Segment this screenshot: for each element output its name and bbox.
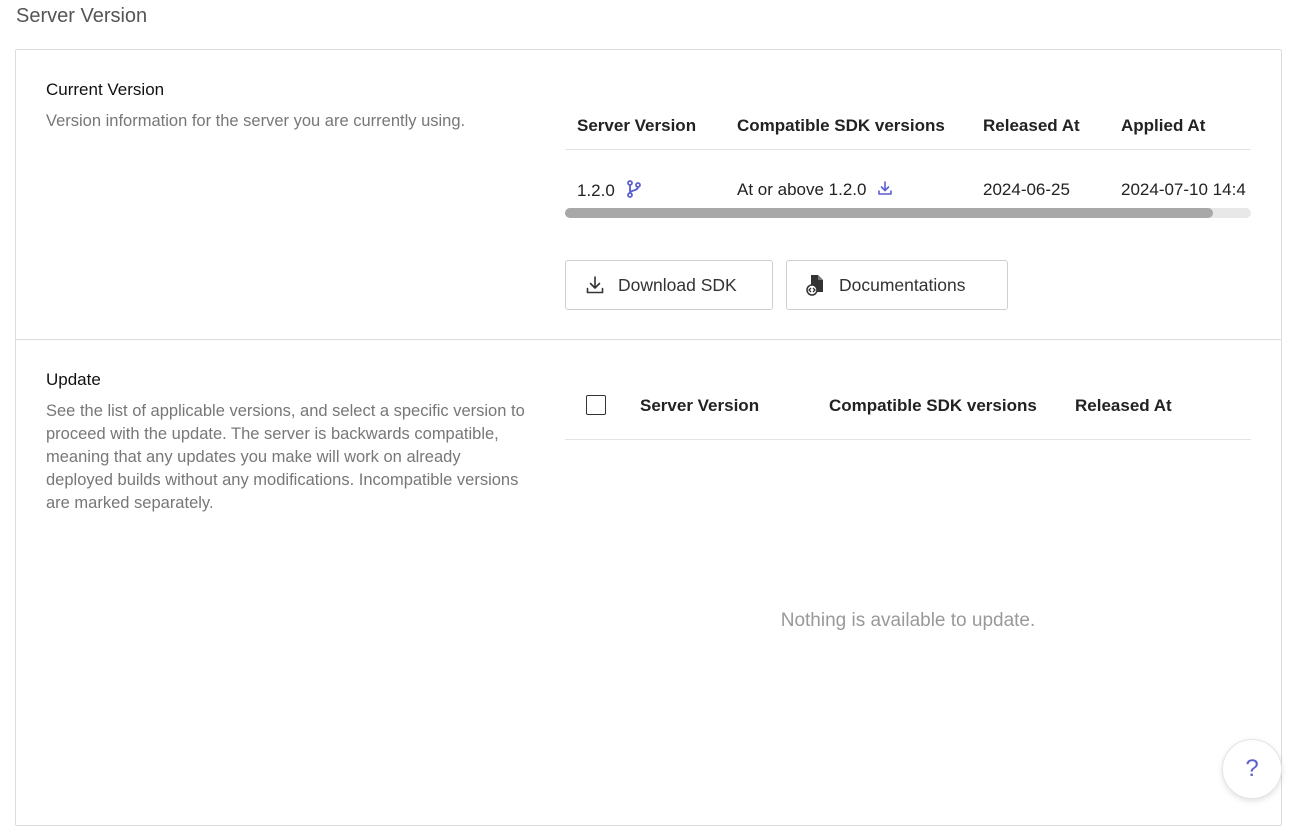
- download-icon[interactable]: [877, 180, 893, 201]
- cell-applied-at: 2024-07-10 14:4: [1121, 180, 1246, 199]
- cell-compatible-sdk: At or above 1.2.0: [737, 180, 893, 201]
- current-version-info: Current Version Version information for …: [46, 80, 526, 133]
- document-code-icon: [805, 274, 827, 296]
- download-icon: [584, 274, 606, 296]
- update-description: See the list of applicable versions, and…: [46, 402, 525, 512]
- header-compatible-sdk: Compatible SDK versions: [829, 396, 1037, 415]
- download-sdk-label: Download SDK: [618, 274, 737, 295]
- server-version-card: Current Version Version information for …: [15, 49, 1282, 826]
- update-table: Server Version Compatible SDK versions R…: [565, 380, 1251, 440]
- help-button[interactable]: ?: [1222, 739, 1282, 799]
- update-info: Update See the list of applicable versio…: [46, 370, 526, 515]
- update-title: Update: [46, 370, 101, 389]
- current-version-title: Current Version: [46, 80, 165, 99]
- server-version-value: 1.2.0: [577, 180, 615, 200]
- current-version-section: Current Version Version information for …: [16, 50, 1281, 340]
- header-released-at: Released At: [983, 116, 1080, 135]
- header-server-version: Server Version: [577, 116, 697, 135]
- header-applied-at: Applied At: [1121, 116, 1206, 135]
- header-divider: [565, 149, 1251, 150]
- question-icon: ?: [1245, 755, 1259, 782]
- header-compatible-sdk: Compatible SDK versions: [737, 116, 945, 135]
- scrollbar-thumb[interactable]: [565, 208, 1213, 218]
- header-released-at: Released At: [1075, 396, 1172, 415]
- current-version-table: Server Version Compatible SDK versions R…: [565, 100, 1251, 220]
- documentations-label: Documentations: [839, 274, 966, 295]
- documentations-button[interactable]: Documentations: [786, 260, 1008, 310]
- select-all-checkbox[interactable]: [586, 395, 606, 415]
- compatible-sdk-value: At or above 1.2.0: [737, 180, 867, 199]
- cell-server-version: 1.2.0: [577, 180, 642, 203]
- cell-released-at: 2024-06-25: [983, 180, 1070, 199]
- page-title: Server Version: [16, 5, 148, 27]
- header-divider: [565, 439, 1251, 440]
- git-branch-icon[interactable]: [626, 180, 642, 203]
- update-section: Update See the list of applicable versio…: [16, 340, 1281, 827]
- download-sdk-button[interactable]: Download SDK: [565, 260, 773, 310]
- horizontal-scrollbar[interactable]: [565, 208, 1251, 218]
- current-version-description: Version information for the server you a…: [46, 112, 466, 130]
- empty-state-message: Nothing is available to update.: [780, 610, 1036, 631]
- header-server-version: Server Version: [640, 396, 760, 415]
